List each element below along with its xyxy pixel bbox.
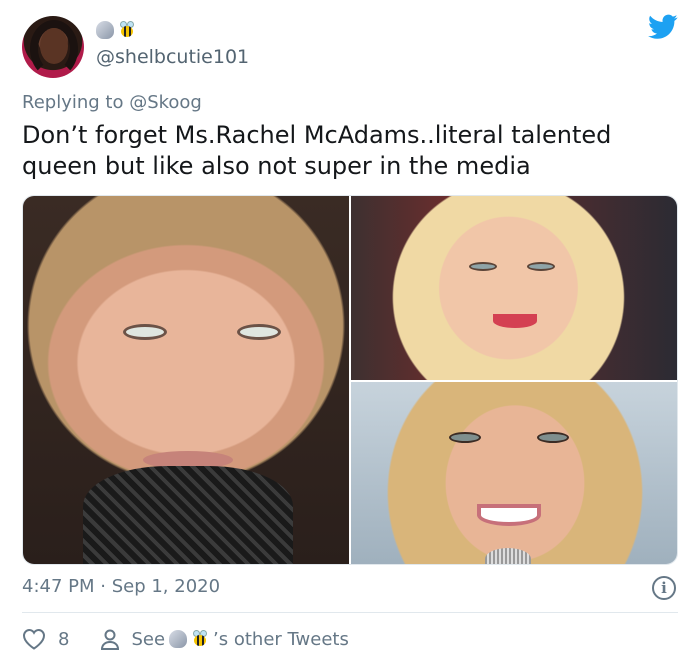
reply-prefix: Replying to — [22, 92, 130, 113]
bee-emoji-icon — [191, 630, 209, 648]
divider — [22, 612, 678, 613]
avatar[interactable] — [22, 16, 84, 78]
media-grid — [22, 195, 678, 565]
display-name[interactable] — [96, 20, 136, 40]
twitter-bird-icon[interactable] — [648, 14, 678, 40]
other-tweets-label: ’s other Tweets — [213, 628, 349, 650]
like-count: 8 — [58, 628, 70, 650]
shell-emoji-icon — [169, 630, 188, 648]
photo-large-left[interactable] — [23, 196, 349, 564]
bee-emoji-icon — [118, 21, 136, 39]
photo-bottom-right[interactable] — [351, 382, 677, 564]
info-icon[interactable]: i — [652, 576, 676, 600]
reply-context: Replying to @Skoog — [22, 92, 202, 113]
person-icon[interactable] — [99, 628, 121, 650]
photo-top-right[interactable] — [351, 196, 677, 380]
action-bar: 8 See ’s other Tweets — [22, 626, 349, 652]
tweet-card: @shelbcutie101 Replying to @Skoog Don’t … — [0, 0, 700, 667]
shell-emoji-icon — [96, 21, 114, 39]
reply-mention-link[interactable]: @Skoog — [129, 92, 202, 113]
see-other-tweets-link[interactable]: See ’s other Tweets — [131, 629, 348, 650]
tweet-timestamp[interactable]: 4:47 PM · Sep 1, 2020 — [22, 576, 220, 597]
tweet-text: Don’t forget Ms.Rachel McAdams..literal … — [22, 121, 612, 180]
user-handle[interactable]: @shelbcutie101 — [96, 46, 249, 68]
see-label: See — [131, 628, 166, 650]
heart-icon[interactable] — [22, 628, 46, 650]
